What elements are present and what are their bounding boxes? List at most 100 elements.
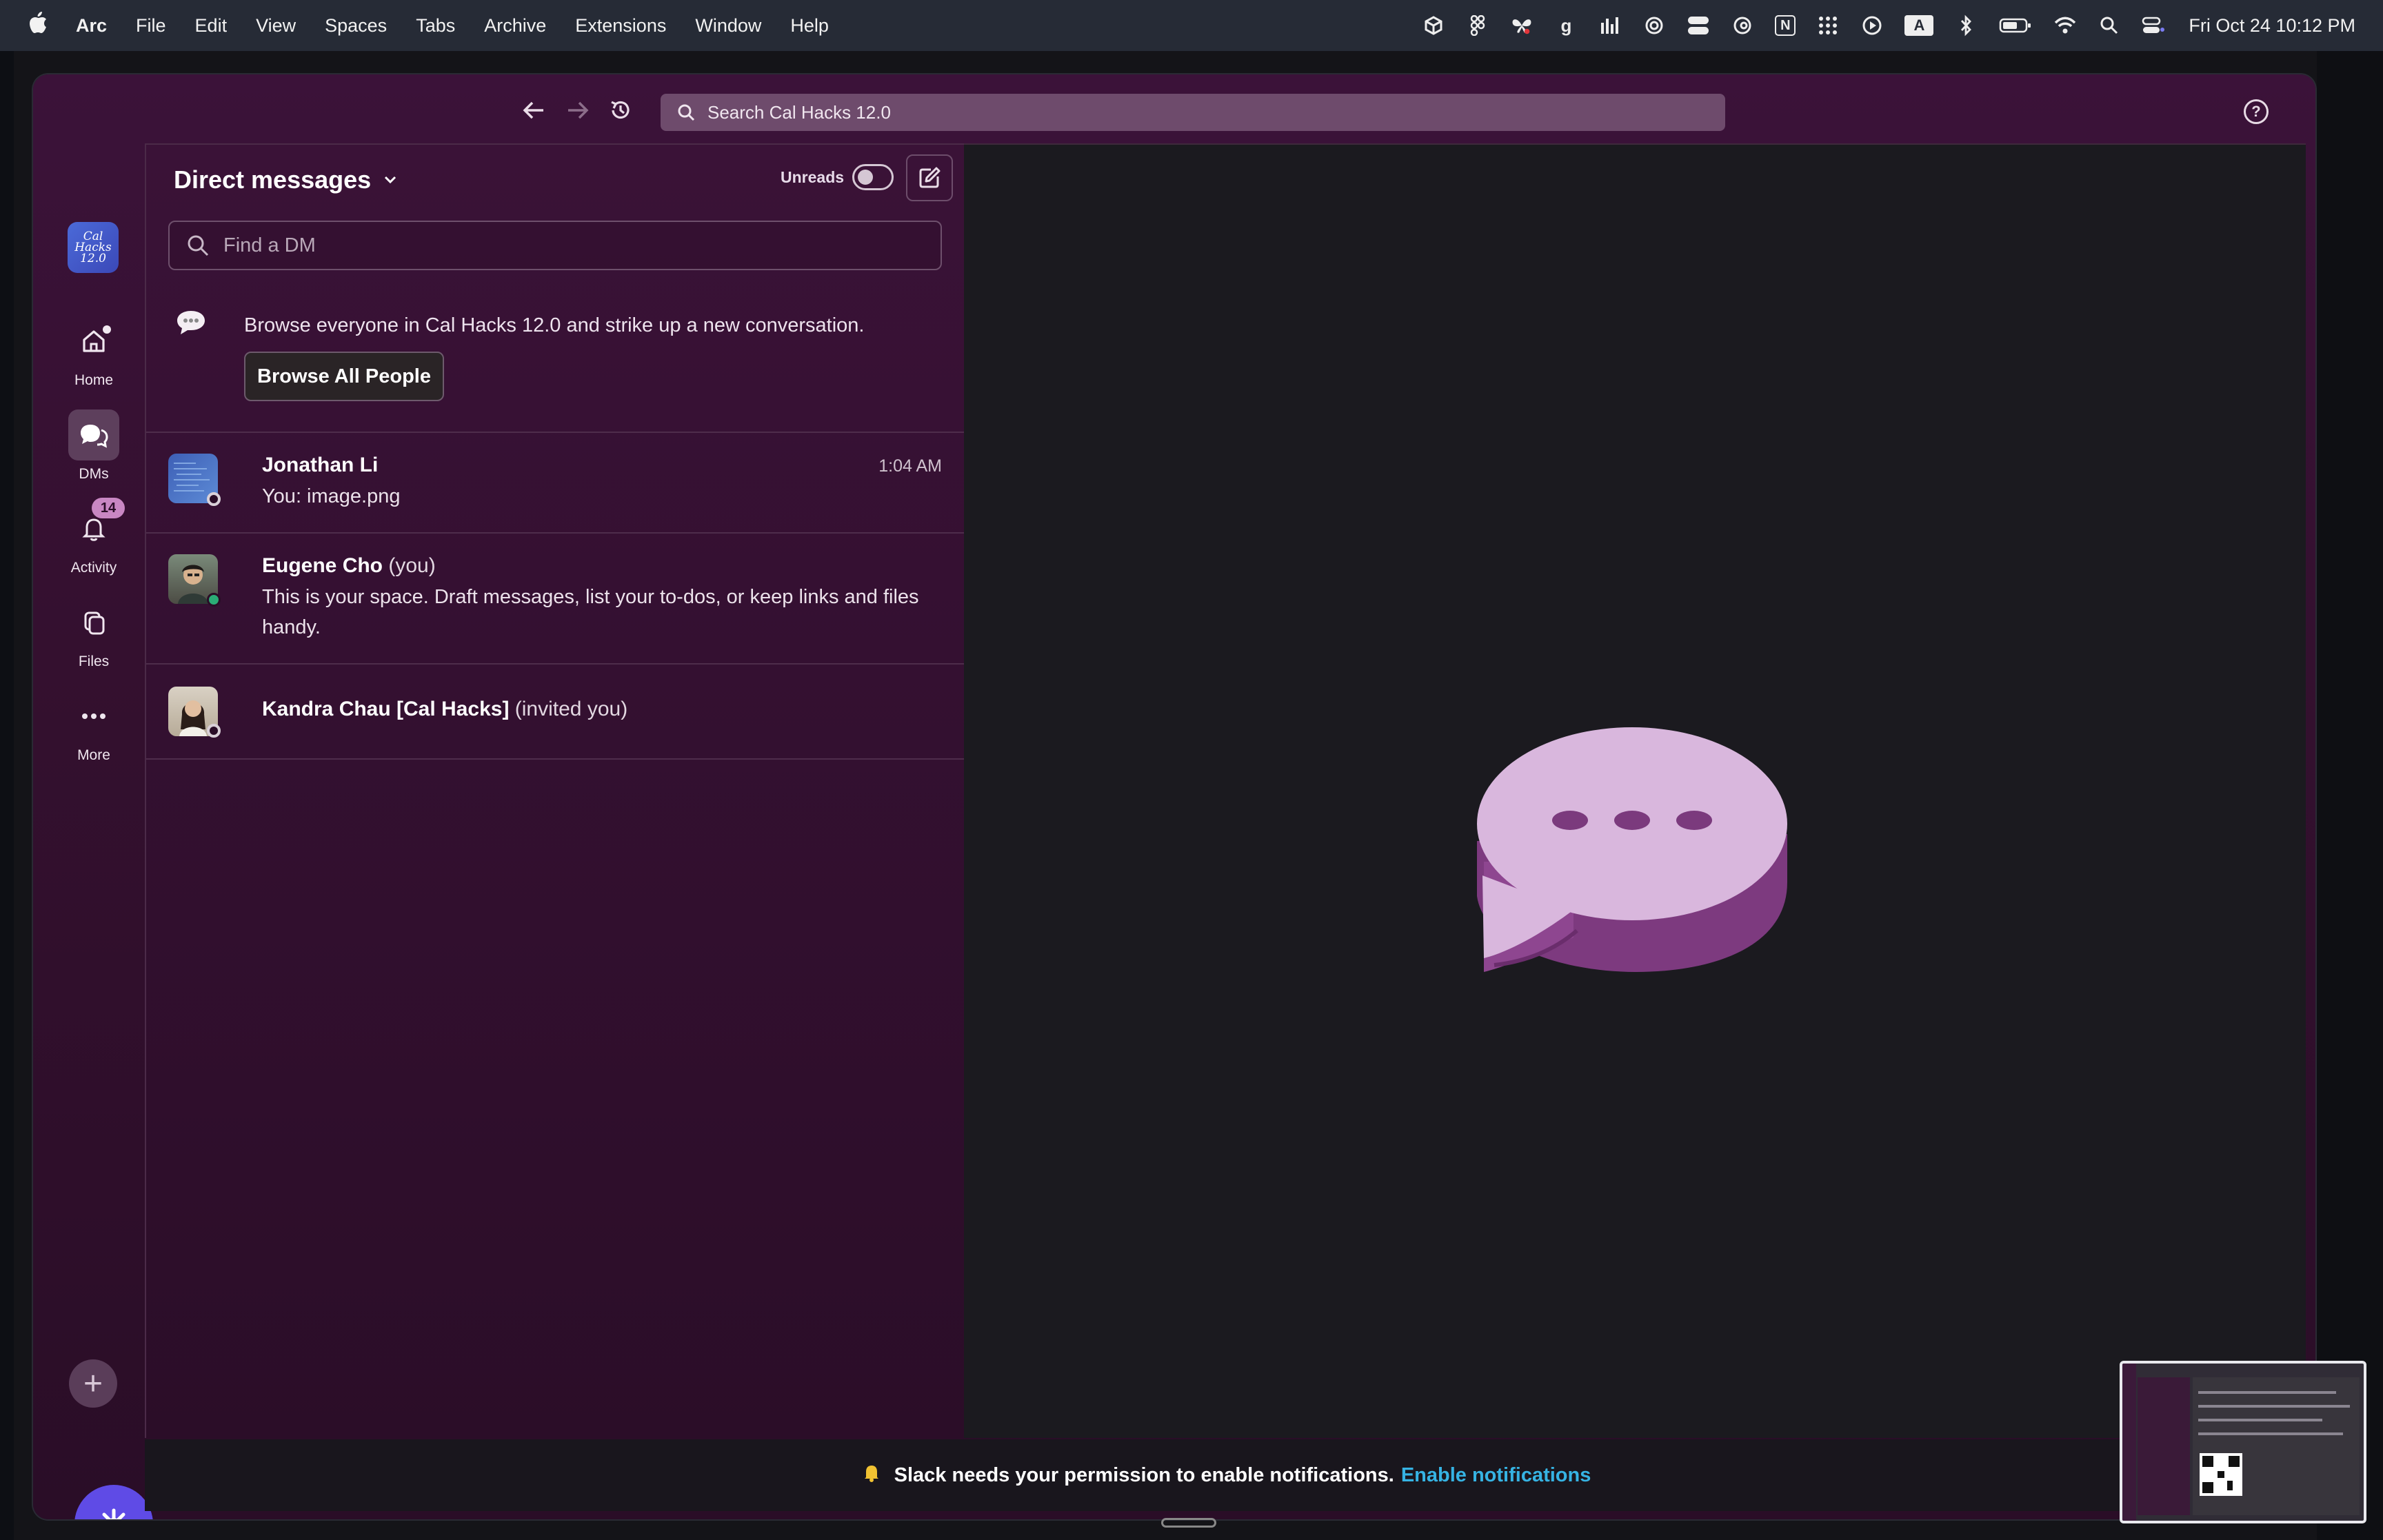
files-icon xyxy=(68,597,119,648)
window-grab-handle[interactable] xyxy=(1161,1518,1216,1528)
thumb-line xyxy=(2198,1432,2343,1435)
menu-file[interactable]: File xyxy=(136,15,166,37)
chat-bubble-illustration xyxy=(1477,727,1787,972)
assistant-sparkle-button[interactable] xyxy=(74,1485,153,1519)
chevron-down-icon xyxy=(383,175,397,185)
search-icon xyxy=(186,234,210,257)
bell-icon xyxy=(861,1462,882,1488)
apple-icon[interactable] xyxy=(28,11,51,41)
qr-code-image xyxy=(2200,1453,2242,1496)
dm-row-eugene[interactable]: Eugene Cho (you) This is your space. Dra… xyxy=(146,532,964,665)
menu-extensions[interactable]: Extensions xyxy=(575,15,666,37)
compose-button[interactable] xyxy=(906,154,953,201)
rail-activity[interactable]: 14 Activity xyxy=(51,498,137,576)
workspace-search-bar[interactable]: Search Cal Hacks 12.0 xyxy=(661,94,1725,131)
desktop-edge-left xyxy=(0,51,14,1540)
workspace-logo[interactable]: Cal Hacks 12.0 xyxy=(68,222,119,273)
add-workspace-button[interactable]: + xyxy=(69,1359,117,1408)
browse-all-people-button[interactable]: Browse All People xyxy=(244,352,444,401)
forward-arrow-icon[interactable] xyxy=(563,95,593,125)
rail-files[interactable]: Files xyxy=(51,597,137,670)
desktop-edge-right xyxy=(2317,51,2383,1540)
top-toolbar: Search Cal Hacks 12.0 ? xyxy=(33,74,2315,143)
dm-empty-state xyxy=(964,143,2306,1438)
butterfly-icon[interactable] xyxy=(1510,14,1534,37)
control-pills-icon[interactable] xyxy=(1687,14,1710,37)
presence-away-icon xyxy=(207,724,221,738)
rail-more[interactable]: More xyxy=(51,691,137,764)
sparkle-icon xyxy=(102,1508,125,1519)
dm-preview: This is your space. Draft messages, list… xyxy=(262,586,919,638)
status-tray: g N A Fri Oct 24 10:12 PM xyxy=(1401,0,2355,51)
cube-icon[interactable] xyxy=(1422,14,1445,37)
dm-icon xyxy=(68,409,119,460)
dm-row-kandra[interactable]: Kandra Chau [Cal Hacks] (invited you) xyxy=(146,663,964,760)
figma-icon[interactable] xyxy=(1466,14,1489,37)
notification-message: Slack needs your permission to enable no… xyxy=(894,1463,1394,1486)
rail-dms-label: DMs xyxy=(79,466,109,482)
dm-name-suffix: (you) xyxy=(388,554,436,577)
find-dm-input[interactable]: Find a DM xyxy=(168,221,942,270)
app-name-menu[interactable]: Arc xyxy=(76,15,107,37)
menu-view[interactable]: View xyxy=(256,15,296,37)
menu-edit[interactable]: Edit xyxy=(195,15,228,37)
battery-icon[interactable] xyxy=(1998,14,2033,37)
menu-spaces[interactable]: Spaces xyxy=(325,15,387,37)
control-center-icon[interactable] xyxy=(2142,14,2165,37)
menu-archive[interactable]: Archive xyxy=(484,15,546,37)
rail-home[interactable]: Home xyxy=(51,316,137,389)
menu-tabs[interactable]: Tabs xyxy=(416,15,455,37)
rail-activity-label: Activity xyxy=(70,560,117,576)
back-arrow-icon[interactable] xyxy=(519,95,549,125)
menu-bar: Arc File Edit View Spaces Tabs Archive E… xyxy=(0,0,2383,51)
menu-help[interactable]: Help xyxy=(790,15,829,37)
bell-icon: 14 xyxy=(68,498,125,554)
activity-count-badge: 14 xyxy=(92,498,125,518)
dm-title-text: Direct messages xyxy=(174,165,372,194)
rail-files-label: Files xyxy=(78,654,110,669)
unreads-label: Unreads xyxy=(781,168,845,186)
bluetooth-icon[interactable] xyxy=(1954,14,1978,37)
menu-window[interactable]: Window xyxy=(695,15,761,37)
toggle-knob xyxy=(858,170,873,185)
search-placeholder: Search Cal Hacks 12.0 xyxy=(707,101,891,123)
thumb-rail xyxy=(2122,1364,2136,1521)
openai-icon[interactable] xyxy=(1642,14,1666,37)
workspace-rail: Cal Hacks 12.0 Home DMs 14 Activity File… xyxy=(33,143,153,1519)
rail-home-label: Home xyxy=(74,372,114,388)
grid-icon[interactable] xyxy=(1816,14,1840,37)
search-icon xyxy=(677,103,695,121)
dm-name-suffix: (invited you) xyxy=(514,698,628,720)
find-dm-placeholder: Find a DM xyxy=(223,234,316,256)
dm-name-text: Kandra Chau [Cal Hacks] xyxy=(262,698,510,720)
history-icon[interactable] xyxy=(605,95,636,125)
unreads-toggle[interactable] xyxy=(852,164,894,190)
rail-dms[interactable]: DMs xyxy=(51,409,137,483)
dm-name-text: Eugene Cho xyxy=(262,554,383,577)
wifi-icon[interactable] xyxy=(2053,14,2077,37)
help-button[interactable]: ? xyxy=(2244,99,2269,124)
g-icon[interactable]: g xyxy=(1554,14,1578,37)
dm-list-panel: Direct messages Unreads Find a DM Browse… xyxy=(145,143,965,1438)
stats-icon[interactable] xyxy=(1598,14,1622,37)
dm-timestamp: 1:04 AM xyxy=(878,456,942,476)
rail-more-label: More xyxy=(77,747,110,763)
menubar-clock[interactable]: Fri Oct 24 10:12 PM xyxy=(2189,15,2355,37)
at-sign-icon[interactable] xyxy=(1731,14,1754,37)
dm-name: Kandra Chau [Cal Hacks] (invited you) xyxy=(262,698,627,721)
input-source-icon[interactable]: A xyxy=(1904,15,1934,36)
presence-away-icon xyxy=(207,492,221,506)
dm-name: Eugene Cho (you) xyxy=(262,554,436,578)
thumb-dm-list xyxy=(2138,1377,2190,1515)
screenshot-thumbnail[interactable] xyxy=(2120,1361,2366,1523)
play-icon[interactable] xyxy=(1860,14,1884,37)
home-icon xyxy=(68,316,119,367)
dm-name: Jonathan Li xyxy=(262,454,379,476)
dm-preview: You: image.png xyxy=(262,485,401,507)
dm-row-jonathan[interactable]: Jonathan Li 1:04 AM You: image.png xyxy=(146,432,964,534)
spotlight-icon[interactable] xyxy=(2098,14,2121,37)
enable-notifications-link[interactable]: Enable notifications xyxy=(1401,1464,1591,1487)
notion-icon[interactable]: N xyxy=(1775,15,1796,36)
browse-description: Browse everyone in Cal Hacks 12.0 and st… xyxy=(244,314,865,336)
dm-panel-title[interactable]: Direct messages xyxy=(174,165,397,194)
